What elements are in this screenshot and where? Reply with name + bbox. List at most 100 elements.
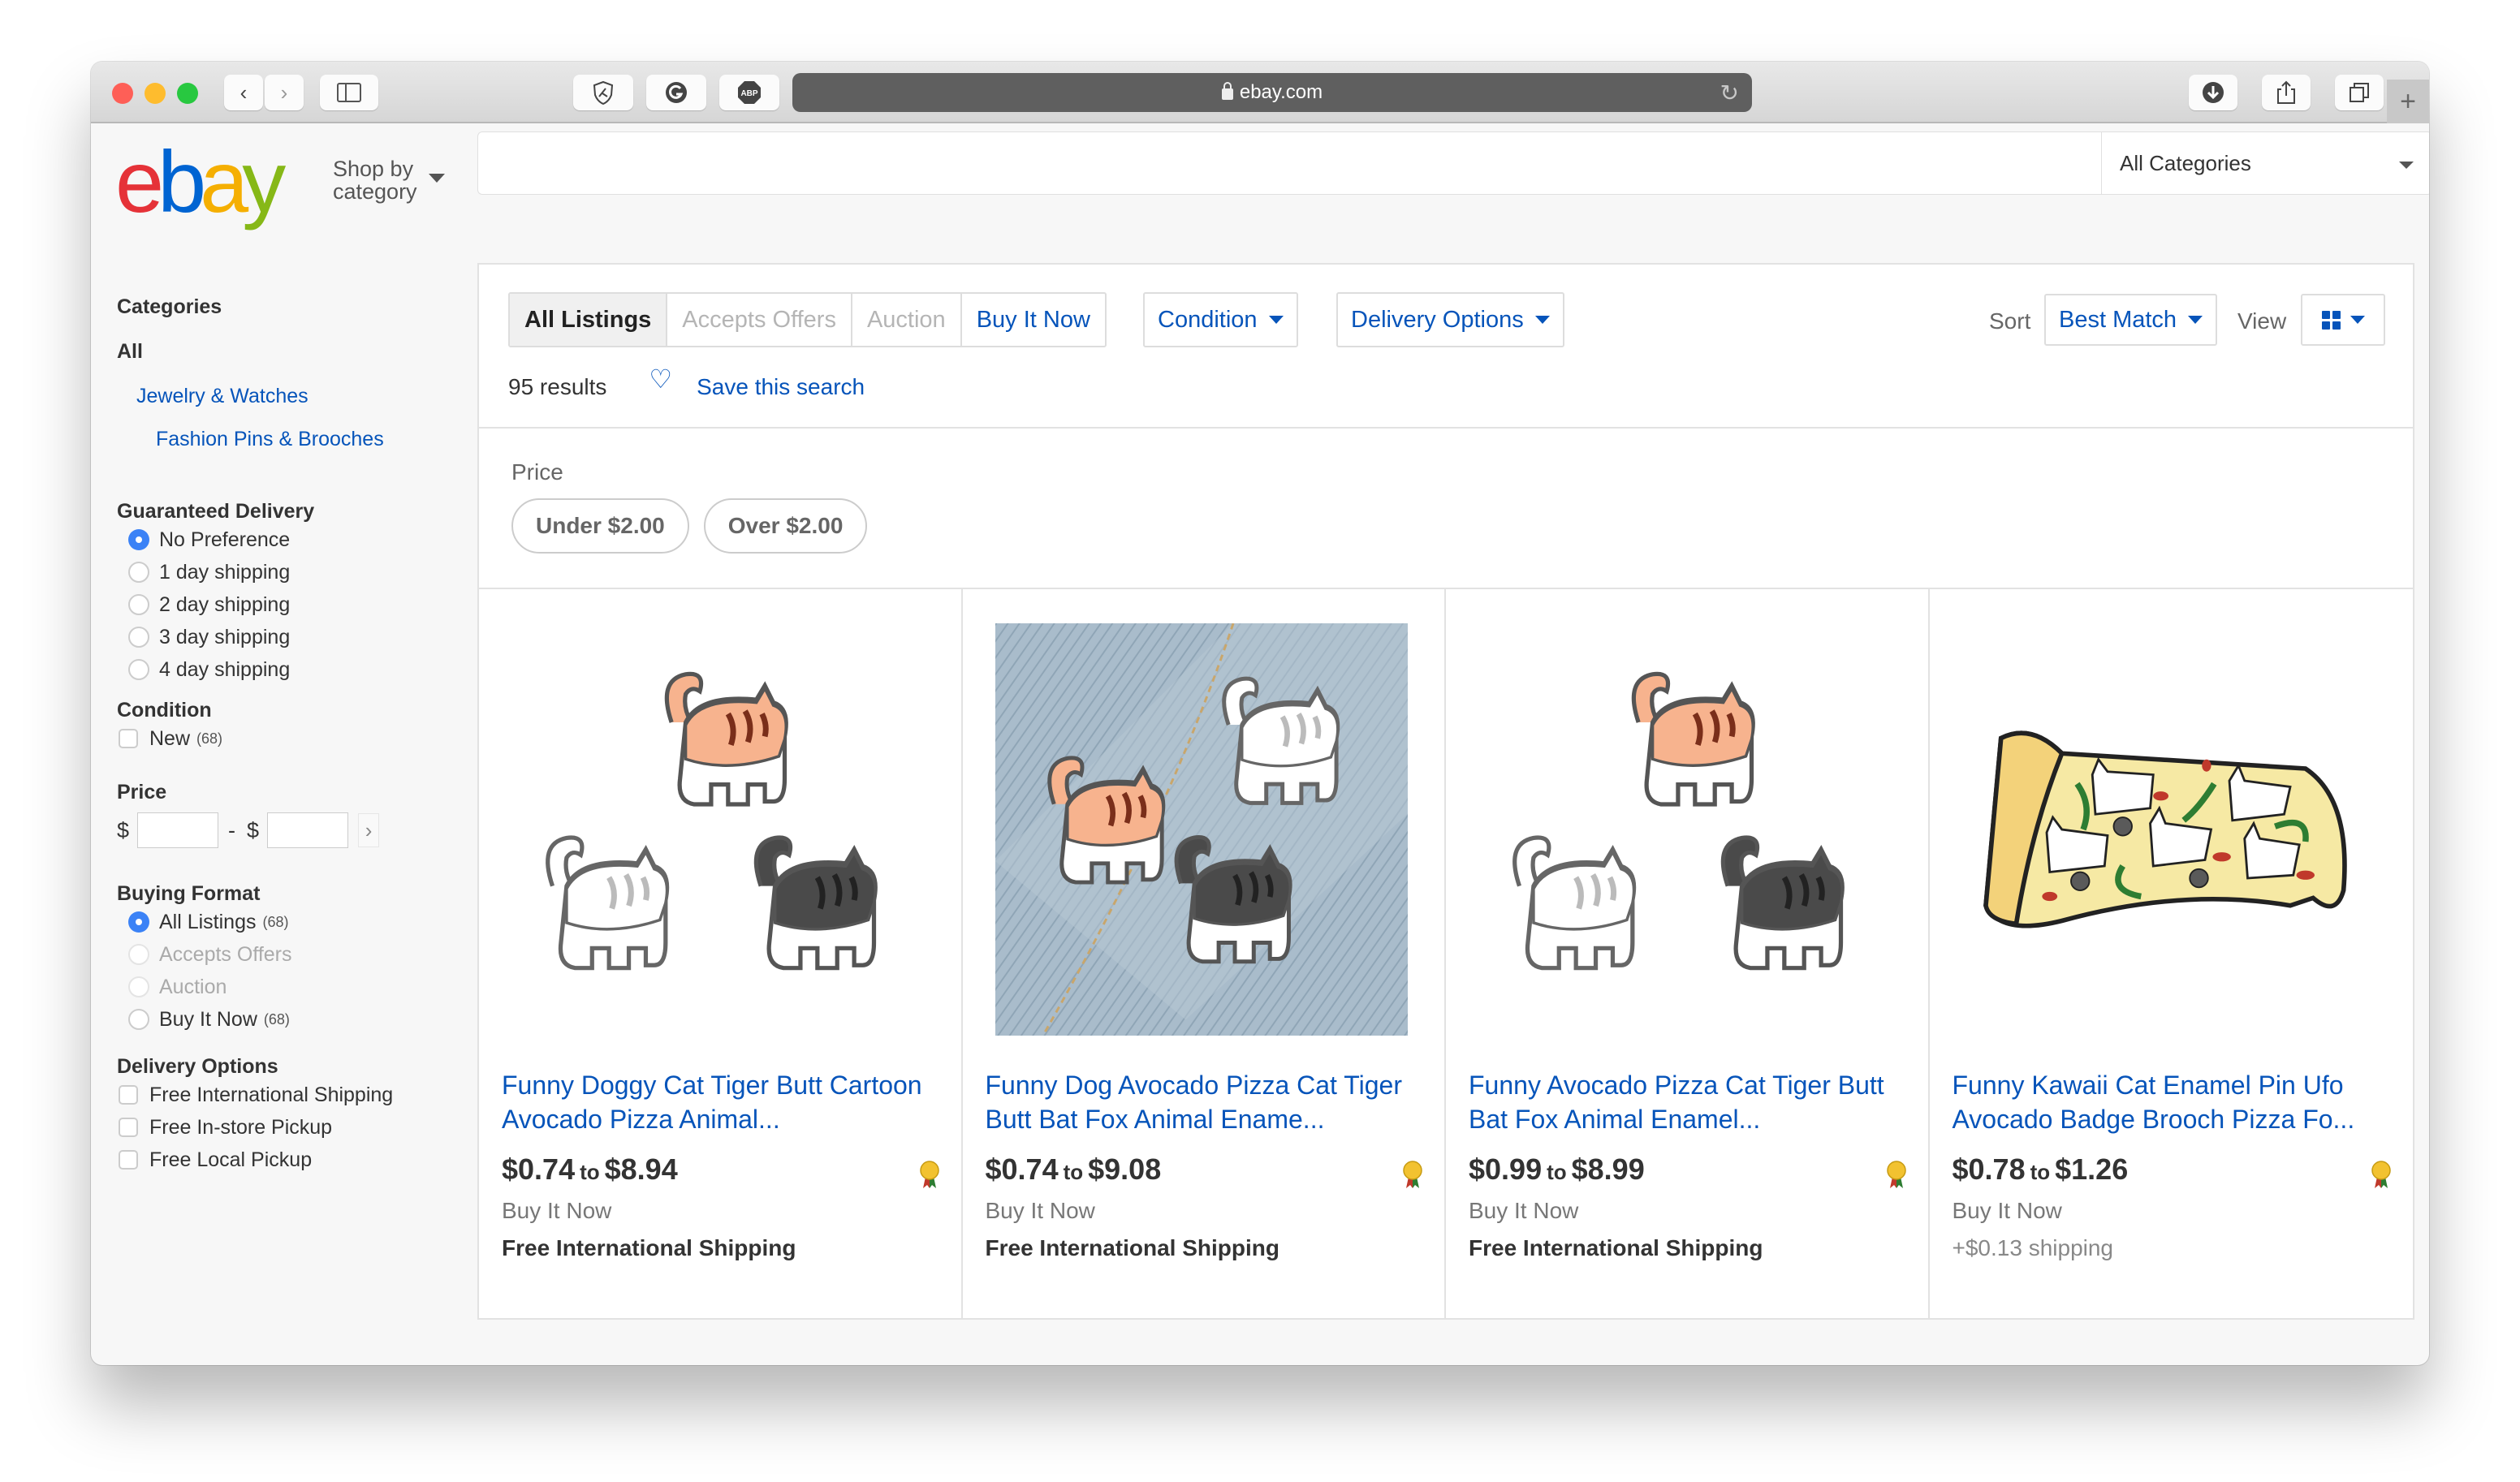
guaranteed-delivery-4-day-shipping[interactable]: 4 day shipping bbox=[117, 653, 458, 686]
minimize-window-button[interactable] bbox=[145, 83, 166, 104]
buying-format-heading: Buying Format bbox=[117, 882, 261, 905]
price-submit-button[interactable]: › bbox=[358, 813, 380, 847]
guaranteed-delivery-2-day-shipping[interactable]: 2 day shipping bbox=[117, 588, 458, 621]
listing-title-link[interactable]: Funny Doggy Cat Tiger Butt Cartoon Avoca… bbox=[502, 1068, 940, 1136]
price-low: $0.74 bbox=[502, 1152, 576, 1186]
price-chip-under-2-00[interactable]: Under $2.00 bbox=[511, 498, 689, 554]
option-label: Free Local Pickup bbox=[149, 1148, 313, 1171]
category-all[interactable]: All bbox=[117, 340, 458, 364]
listing-format: Buy It Now bbox=[985, 1198, 1095, 1223]
listing-card: Funny Kawaii Cat Enamel Pin Ufo Avocado … bbox=[1930, 589, 2414, 1318]
checkbox[interactable] bbox=[119, 1118, 138, 1137]
listing-card: Funny Dog Avocado Pizza Cat Tiger Butt B… bbox=[963, 589, 1446, 1318]
search-input[interactable] bbox=[477, 131, 2101, 195]
browser-toolbar: ‹ › ABP ebay.com ↻ + bbox=[91, 62, 2429, 123]
privacy-extension-button[interactable] bbox=[573, 75, 633, 110]
share-button[interactable] bbox=[2262, 75, 2311, 110]
guaranteed-delivery-3-day-shipping[interactable]: 3 day shipping bbox=[117, 621, 458, 653]
price-separator: to bbox=[580, 1160, 600, 1184]
shop-by-category-button[interactable]: Shop by category bbox=[333, 157, 417, 203]
tab-all-listings[interactable]: All Listings bbox=[510, 294, 668, 346]
adblock-extension-button[interactable]: ABP bbox=[719, 75, 779, 110]
save-search-link[interactable]: Save this search bbox=[697, 374, 865, 400]
listing-price: $0.74 to $9.08 bbox=[986, 1152, 1162, 1187]
delivery-option-free-local-pickup[interactable]: Free Local Pickup bbox=[117, 1144, 458, 1176]
top-rated-seller-icon bbox=[2371, 1161, 2392, 1190]
buying-format-all-listings[interactable]: All Listings (68) bbox=[117, 906, 458, 938]
radio-button[interactable] bbox=[128, 594, 149, 615]
new-tab-button[interactable]: + bbox=[2387, 80, 2429, 123]
guaranteed-delivery-no-preference[interactable]: No Preference bbox=[117, 523, 458, 556]
checkbox[interactable] bbox=[119, 1085, 138, 1105]
heart-icon[interactable]: ♡ bbox=[649, 364, 672, 394]
product-image[interactable] bbox=[995, 623, 1408, 1036]
divider bbox=[479, 427, 2413, 429]
chevron-down-icon bbox=[2188, 316, 2203, 324]
reload-icon[interactable]: ↻ bbox=[1720, 80, 1739, 106]
listing-format: Buy It Now bbox=[1952, 1198, 2062, 1223]
listing-title-link[interactable]: Funny Dog Avocado Pizza Cat Tiger Butt B… bbox=[986, 1068, 1424, 1136]
radio-button[interactable] bbox=[128, 911, 149, 933]
listing-title-link[interactable]: Funny Kawaii Cat Enamel Pin Ufo Avocado … bbox=[1953, 1068, 2391, 1136]
product-image[interactable] bbox=[1478, 623, 1891, 1036]
category-jewelry-watches[interactable]: Jewelry & Watches bbox=[117, 385, 458, 408]
condition-dropdown[interactable]: Condition bbox=[1143, 292, 1298, 347]
top-rated-seller-icon bbox=[1886, 1161, 1907, 1190]
svg-text:ABP: ABP bbox=[740, 89, 757, 98]
results-count: 95 results bbox=[508, 374, 607, 399]
listing-card: Funny Doggy Cat Tiger Butt Cartoon Avoca… bbox=[479, 589, 963, 1318]
radio-button[interactable] bbox=[128, 659, 149, 680]
radio-button[interactable] bbox=[128, 562, 149, 583]
sort-dropdown[interactable]: Best Match bbox=[2044, 294, 2218, 346]
zoom-window-button[interactable] bbox=[177, 83, 198, 104]
delivery-option-free-international-shipping[interactable]: Free International Shipping bbox=[117, 1079, 458, 1111]
forward-button[interactable]: › bbox=[265, 75, 304, 110]
shield-extension-icon bbox=[593, 80, 614, 105]
chevron-down-icon bbox=[2350, 316, 2365, 324]
option-label: Free In-store Pickup bbox=[149, 1115, 333, 1139]
delivery-option-free-in-store-pickup[interactable]: Free In-store Pickup bbox=[117, 1111, 458, 1144]
category-select[interactable]: All Categories bbox=[2101, 131, 2429, 195]
radio-button bbox=[128, 976, 149, 997]
listing-format: Buy It Now bbox=[1469, 1198, 1579, 1223]
tab-buy-it-now[interactable]: Buy It Now bbox=[962, 294, 1105, 346]
view-dropdown[interactable] bbox=[2301, 294, 2385, 346]
sidebar-toggle-button[interactable] bbox=[320, 75, 378, 110]
option-label: 2 day shipping bbox=[159, 592, 291, 616]
listing-grid: Funny Doggy Cat Tiger Butt Cartoon Avoca… bbox=[479, 589, 2413, 1318]
option-label: Buy It Now bbox=[159, 1007, 257, 1031]
radio-button[interactable] bbox=[128, 529, 149, 550]
price-max-input[interactable] bbox=[267, 812, 349, 848]
price-chip-over-2-00[interactable]: Over $2.00 bbox=[703, 498, 868, 554]
ebay-logo[interactable]: ebay bbox=[115, 138, 286, 226]
new-tab-icon: + bbox=[2400, 85, 2416, 117]
radio-button[interactable] bbox=[128, 1009, 149, 1030]
price-high: $9.08 bbox=[1088, 1152, 1162, 1186]
option-label: New bbox=[149, 726, 191, 750]
delivery-options-dropdown[interactable]: Delivery Options bbox=[1336, 292, 1564, 347]
listing-title-link[interactable]: Funny Avocado Pizza Cat Tiger Butt Bat F… bbox=[1469, 1068, 1907, 1136]
buying-format-buy-it-now[interactable]: Buy It Now (68) bbox=[117, 1003, 458, 1036]
back-button[interactable]: ‹ bbox=[224, 75, 263, 110]
condition-new[interactable]: New (68) bbox=[117, 722, 458, 755]
category-fashion-pins-brooches[interactable]: Fashion Pins & Brooches bbox=[117, 428, 458, 451]
download-icon bbox=[2203, 82, 2224, 103]
product-image[interactable] bbox=[511, 623, 924, 1036]
checkbox[interactable] bbox=[119, 729, 138, 748]
checkbox[interactable] bbox=[119, 1150, 138, 1170]
option-count: (68) bbox=[263, 1010, 290, 1027]
chevron-down-icon bbox=[1268, 316, 1284, 324]
grammarly-extension-button[interactable] bbox=[646, 75, 706, 110]
radio-button[interactable] bbox=[128, 627, 149, 648]
price-low: $0.99 bbox=[1469, 1152, 1543, 1186]
show-tabs-button[interactable] bbox=[2335, 75, 2384, 110]
price-range: $ - $ › bbox=[117, 812, 458, 848]
product-image[interactable] bbox=[1962, 623, 2375, 1036]
option-label: 3 day shipping bbox=[159, 625, 291, 648]
guaranteed-delivery-1-day-shipping[interactable]: 1 day shipping bbox=[117, 556, 458, 588]
price-min-input[interactable] bbox=[137, 812, 219, 848]
close-window-button[interactable] bbox=[112, 83, 133, 104]
listing-shipping: +$0.13 shipping bbox=[1952, 1235, 2114, 1260]
downloads-button[interactable] bbox=[2189, 75, 2237, 110]
address-bar[interactable]: ebay.com ↻ bbox=[792, 73, 1752, 112]
